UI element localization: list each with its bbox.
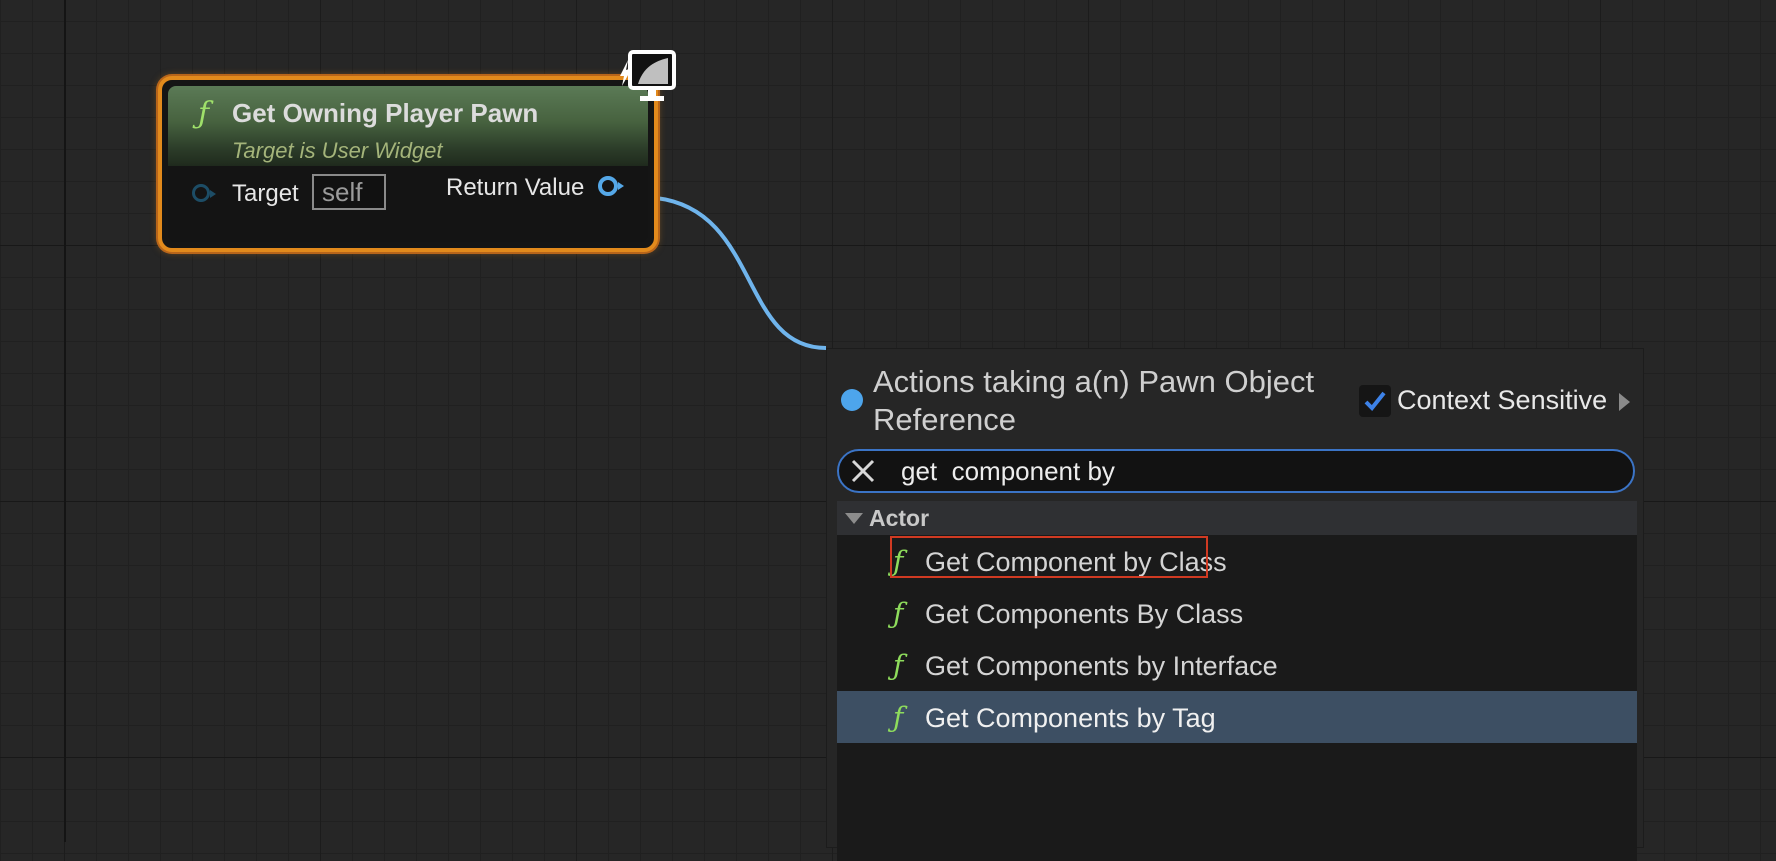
node-title: Get Owning Player Pawn xyxy=(232,98,539,128)
checkmark-icon xyxy=(1364,391,1386,411)
target-value-field[interactable]: self xyxy=(312,174,386,210)
target-pin-label: Target xyxy=(232,180,299,207)
menu-title: Actions taking a(n) Pawn Object Referenc… xyxy=(873,364,1315,437)
target-pin[interactable] xyxy=(192,184,216,202)
function-icon: ƒ xyxy=(198,96,210,131)
annotation-highlight-box xyxy=(890,536,1208,578)
function-icon: ƒ xyxy=(893,597,904,630)
collapse-arrow-icon[interactable] xyxy=(845,513,863,524)
list-item[interactable]: ƒ Get Components By Class xyxy=(837,587,1637,639)
get-owning-player-pawn-node[interactable]: ƒ Get Owning Player Pawn Target is User … xyxy=(158,50,676,252)
context-sensitive-label: Context Sensitive xyxy=(1397,385,1608,415)
context-sensitive-checkbox[interactable] xyxy=(1359,385,1391,417)
clear-search-icon[interactable] xyxy=(849,457,877,485)
list-item-selected[interactable]: ƒ Get Components by Tag xyxy=(837,691,1637,743)
node-subtitle: Target is User Widget xyxy=(232,138,443,163)
list-item-label: Get Components by Tag xyxy=(925,703,1216,733)
widget-monitor-icon xyxy=(620,50,676,101)
search-box[interactable] xyxy=(837,449,1635,493)
function-icon: ƒ xyxy=(893,701,904,734)
list-item-label: Get Components by Interface xyxy=(925,651,1278,681)
function-icon: ƒ xyxy=(893,649,904,682)
search-input[interactable] xyxy=(901,453,1601,489)
category-label: Actor xyxy=(869,505,930,531)
return-value-pin[interactable] xyxy=(598,176,624,196)
category-actor[interactable]: Actor xyxy=(837,501,1637,535)
list-item[interactable]: ƒ Get Components by Interface xyxy=(837,639,1637,691)
return-value-label: Return Value xyxy=(446,174,585,201)
node-header[interactable]: ƒ Get Owning Player Pawn Target is User … xyxy=(168,86,648,166)
action-menu[interactable]: Actions taking a(n) Pawn Object Referenc… xyxy=(826,348,1644,861)
pin-type-dot xyxy=(841,389,863,411)
expand-arrow-icon[interactable] xyxy=(1619,393,1630,411)
list-item-label: Get Components By Class xyxy=(925,599,1244,629)
